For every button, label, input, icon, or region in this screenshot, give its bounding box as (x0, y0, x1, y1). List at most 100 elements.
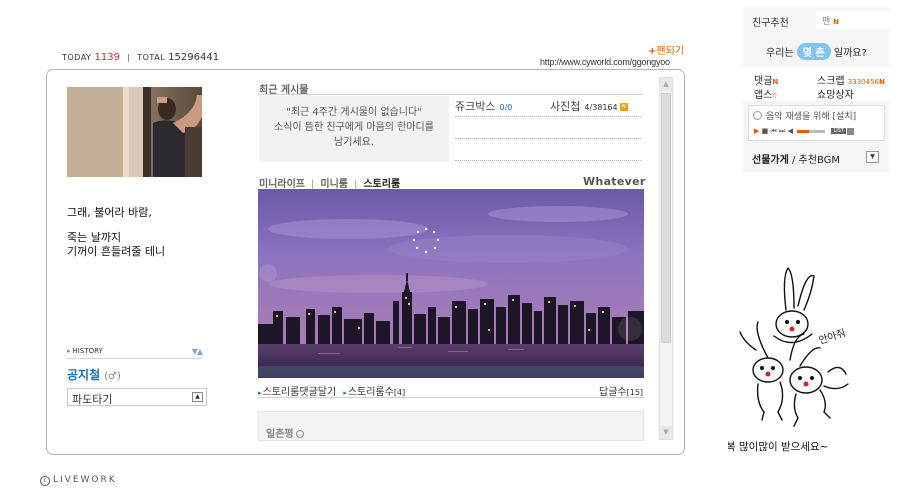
scroll-up-icon[interactable]: ▲ (660, 78, 672, 91)
dotted-divider (455, 160, 641, 161)
chevron-down-icon[interactable]: ▼ (866, 151, 879, 163)
become-fan-label: 팬되기 (656, 46, 684, 57)
next-icon[interactable]: ⏭ (779, 127, 785, 135)
photo-album-label: 사진첩 (550, 100, 581, 113)
fan-box[interactable]: 팬 N (816, 11, 889, 29)
guestbook-title-text: 일촌평 (266, 429, 294, 440)
livework-logo-text: LIVEWORK (53, 475, 117, 485)
doodle-greeting: 복 많이많이 받으세요~ (728, 441, 828, 453)
new-mark: N (833, 18, 840, 26)
today-count: 1139 (94, 52, 120, 63)
question-prefix: 우리는 (766, 48, 794, 59)
bunny-doodle-illustration: 안아줘 복 많이많이 받으세요~ (728, 267, 849, 453)
profile-photo-image (67, 87, 202, 177)
jukebox-count: 0/0 (499, 103, 513, 112)
apps-count: 0 (772, 92, 777, 100)
apps-link[interactable]: 앱스0 (754, 86, 777, 101)
scrap-link[interactable]: 스크랩 3330456N (817, 72, 885, 87)
shopping-box-link[interactable]: 쇼망상자 (817, 86, 854, 101)
player-text: 음악 재생을 위해 [설치] (766, 112, 857, 122)
storyroom-image (258, 189, 644, 378)
total-label: TOTAL (137, 53, 166, 62)
gift-shop-label: 선물가게 (752, 155, 789, 166)
volume-slider-fill (797, 129, 810, 133)
playlist-button[interactable]: LIST (831, 128, 846, 134)
doodle-speech: 안아줘 (817, 327, 847, 347)
owner-name-text: 공지철 (67, 368, 101, 382)
story-count-value: [4] (393, 388, 406, 397)
total-count: 15296441 (168, 52, 220, 63)
recent-posts-message: "최근 4주간 게시물이 없습니다" 소식이 뜸한 친구에게 마음의 한마디를 … (259, 105, 449, 150)
new-mark: N (878, 78, 885, 86)
city-skyline-image (258, 189, 644, 378)
reply-count-value: [15] (626, 388, 644, 397)
jukebox-link[interactable]: 쥬크박스 0/0 (455, 98, 512, 114)
wave-select-value: 파도타기 (72, 393, 113, 406)
apps-label: 앱스 (754, 90, 773, 101)
expand-collapse-icon[interactable]: ▼▲ (192, 347, 203, 356)
recent-message-line-2: 소식이 뜸한 친구에게 마음의 한마디를 (274, 122, 434, 133)
profile-message: 그래, 불어라 바람, 죽는 날까지 기꺼이 흔들려줄 테니 (67, 206, 165, 259)
arrow-right-icon: ▸ (67, 347, 71, 355)
story-divider (258, 397, 644, 398)
jukebox-label: 쥬크박스 (455, 100, 496, 113)
recent-message-line-1: "최근 4주간 게시물이 없습니다" (286, 107, 422, 118)
disc-icon (753, 111, 762, 120)
play-icon[interactable]: ▶ (754, 127, 759, 135)
profile-line-1: 그래, 불어라 바람, (67, 206, 152, 219)
question-suffix: 일까요? (833, 48, 867, 59)
comment-link[interactable]: 댓글N (754, 72, 778, 87)
main-scrollbar[interactable]: ▲ ▼ (659, 77, 673, 440)
new-badge: N (619, 103, 628, 111)
story-caption: Whatever (583, 175, 646, 188)
volume-slider[interactable] (797, 129, 826, 133)
photo-album-count: 4/38164 (584, 103, 618, 112)
reply-count: 답글수[15] (599, 383, 643, 398)
story-links: ▸스토리룸댓글달기 ▸스토리룸수[4] (258, 383, 405, 398)
profile-line-2: 죽는 날까지 (67, 231, 122, 244)
player-message[interactable]: 음악 재생을 위해 [설치] (753, 109, 856, 122)
guestbook-box (258, 411, 644, 441)
prev-icon[interactable]: ⏮ (770, 127, 776, 135)
chon-pill: 몇 촌 (796, 43, 831, 60)
arrow-right-icon: ▸ (258, 389, 262, 397)
homepage-url[interactable]: http://www.cyworld.com/ggongyoo (540, 57, 670, 67)
scroll-thumb[interactable] (661, 93, 671, 343)
gift-shop-link[interactable]: 선물가게 / 추천BGM (752, 151, 840, 166)
scrap-count: 3330456 (847, 78, 879, 86)
livework-logo: c LIVEWORK (40, 475, 117, 486)
recent-divider (258, 94, 643, 95)
become-fan-link[interactable]: +팬되기 (648, 42, 684, 57)
scroll-down-icon[interactable]: ▼ (660, 426, 672, 439)
gender-mark: (♂) (104, 371, 121, 382)
close-icon[interactable] (846, 127, 854, 135)
story-tabs: 미니라이프 | 미니룸 | 스토리룸 (259, 175, 400, 190)
visitor-counter: TODAY 1139 | TOTAL 15296441 (62, 52, 219, 63)
bgm-player: 음악 재생을 위해 [설치] ▶ ■ ⏮ ⏭ ◀ LIST (748, 105, 885, 141)
dotted-divider (455, 116, 641, 117)
recommend-bgm-label: / 추천BGM (788, 155, 841, 166)
caret-up-icon[interactable]: ▲ (192, 392, 203, 402)
wave-select[interactable]: 파도타기 ▲ (67, 388, 207, 406)
photo-album-link[interactable]: 사진첩 4/38164 N (550, 98, 628, 114)
new-mark: N (772, 78, 779, 86)
stop-icon[interactable]: ■ (762, 127, 769, 135)
player-controls: ▶ ■ ⏮ ⏭ ◀ LIST (754, 127, 854, 136)
recent-message-line-3: 남기세요. (334, 137, 374, 148)
copyright-icon: c (40, 476, 50, 486)
history-toggle[interactable]: ▸ HISTORY ▼▲ (67, 347, 203, 359)
counter-separator: | (127, 53, 131, 62)
history-label: HISTORY (72, 347, 103, 355)
volume-icon: ◀ (787, 127, 793, 135)
dotted-divider (455, 138, 641, 139)
today-label: TODAY (62, 53, 92, 62)
profile-line-3: 기꺼이 흔들려줄 테니 (67, 245, 166, 258)
arrow-right-icon: ▸ (343, 389, 347, 397)
info-circle-icon (295, 430, 304, 438)
fan-label: 팬 (822, 17, 831, 27)
friend-recommend-link[interactable]: 친구추천 (752, 14, 789, 29)
relationship-question[interactable]: 우리는 몇 촌 일까요? (766, 43, 867, 60)
guestbook-title[interactable]: 일촌평 (266, 425, 304, 440)
owner-name: 공지철 (♂) (67, 366, 121, 383)
profile-photo (67, 87, 202, 177)
